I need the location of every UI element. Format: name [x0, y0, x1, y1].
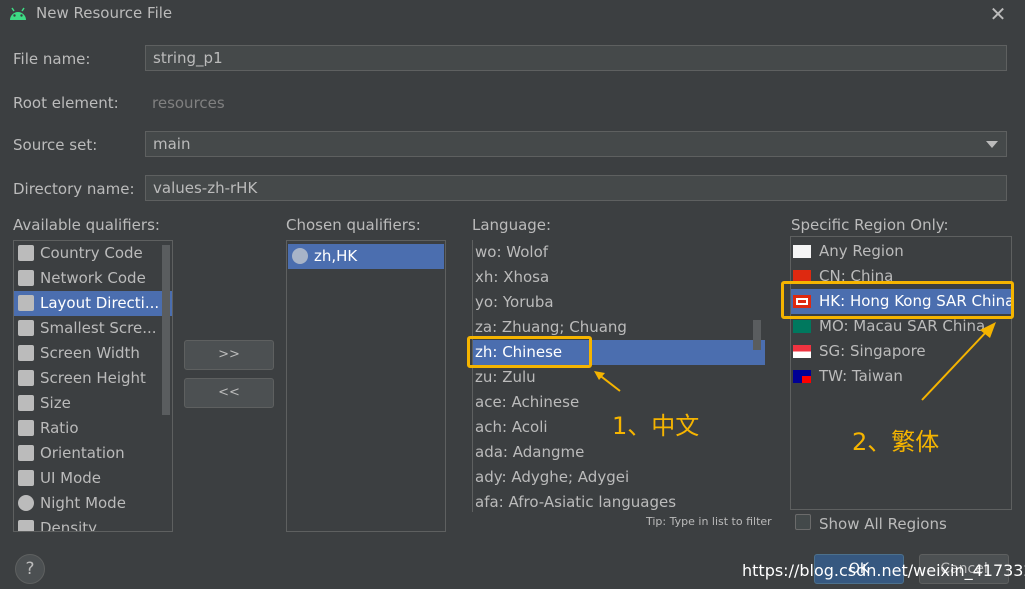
list-item[interactable]: Any Region: [791, 239, 1011, 264]
list-item[interactable]: Ratio: [14, 416, 172, 441]
annotation-step1: 1、中文: [612, 412, 700, 440]
screen-width-icon: [18, 345, 34, 361]
window-title: New Resource File: [36, 4, 173, 22]
filter-tip: Tip: Type in list to filter: [646, 515, 772, 528]
list-item[interactable]: afa: Afro-Asiatic languages: [473, 490, 765, 512]
region-title: Specific Region Only:: [791, 216, 949, 234]
arrow-icon: [594, 371, 621, 392]
ratio-icon: [18, 420, 34, 436]
highlight-box: [467, 336, 592, 368]
list-item[interactable]: Size: [14, 391, 172, 416]
mo-flag-icon: [793, 320, 811, 333]
list-item[interactable]: Network Code: [14, 266, 172, 291]
available-qualifiers-title: Available qualifiers:: [13, 216, 160, 234]
globe-icon: [292, 248, 308, 264]
android-icon: [10, 7, 26, 20]
chosen-qualifiers-list[interactable]: zh,HK: [286, 240, 446, 532]
chosen-qualifiers-title: Chosen qualifiers:: [286, 216, 421, 234]
directory-name-label: Directory name:: [13, 180, 135, 198]
any-region-icon: [793, 245, 811, 258]
language-title: Language:: [472, 216, 552, 234]
watermark: https://blog.csdn.net/weixin_41733225: [742, 561, 1025, 580]
highlight-box: [781, 281, 1014, 319]
close-icon[interactable]: ✕: [988, 4, 1008, 24]
source-set-value: main: [153, 135, 191, 153]
list-item[interactable]: Screen Height: [14, 366, 172, 391]
source-set-dropdown[interactable]: main: [145, 131, 1007, 157]
list-item[interactable]: xh: Xhosa: [473, 265, 765, 290]
list-item[interactable]: Night Mode: [14, 491, 172, 516]
smallest-screen-icon: [18, 320, 34, 336]
file-name-input[interactable]: string_p1: [145, 45, 1007, 71]
ui-mode-icon: [18, 470, 34, 486]
list-item[interactable]: Orientation: [14, 441, 172, 466]
list-item[interactable]: Screen Width: [14, 341, 172, 366]
network-code-icon: [18, 270, 34, 286]
arrow-icon: [921, 322, 996, 401]
country-code-icon: [18, 245, 34, 261]
root-element-value: resources: [152, 94, 225, 112]
sg-flag-icon: [793, 345, 811, 358]
density-icon: [18, 520, 34, 531]
help-button[interactable]: ?: [15, 554, 45, 584]
layout-direction-icon: [18, 295, 34, 311]
file-name-label: File name:: [13, 50, 91, 68]
directory-name-input[interactable]: values-zh-rHK: [145, 175, 1007, 201]
scrollbar[interactable]: [162, 245, 170, 415]
list-item[interactable]: Smallest Scre...: [14, 316, 172, 341]
night-mode-icon: [18, 495, 34, 511]
list-item[interactable]: ady: Adyghe; Adygei: [473, 465, 765, 490]
scrollbar[interactable]: [753, 320, 761, 350]
list-item[interactable]: Density: [14, 516, 172, 531]
chevron-down-icon: [986, 141, 998, 148]
list-item[interactable]: wo: Wolof: [473, 240, 765, 265]
source-set-label: Source set:: [13, 136, 98, 154]
screen-height-icon: [18, 370, 34, 386]
list-item[interactable]: ada: Adangme: [473, 440, 765, 465]
list-item[interactable]: UI Mode: [14, 466, 172, 491]
annotation-step2: 2、繁体: [852, 428, 940, 456]
size-icon: [18, 395, 34, 411]
list-item[interactable]: yo: Yoruba: [473, 290, 765, 315]
list-item[interactable]: zh,HK: [288, 244, 444, 269]
remove-qualifier-button[interactable]: <<: [184, 378, 274, 408]
show-all-regions-checkbox[interactable]: [795, 514, 811, 530]
show-all-regions-label: Show All Regions: [819, 515, 947, 533]
add-qualifier-button[interactable]: >>: [184, 340, 274, 370]
root-element-label: Root element:: [13, 94, 119, 112]
orientation-icon: [18, 445, 34, 461]
list-item[interactable]: Layout Directi...: [14, 291, 172, 316]
tw-flag-icon: [793, 370, 811, 383]
list-item[interactable]: Country Code: [14, 241, 172, 266]
available-qualifiers-list[interactable]: Country Code Network Code Layout Directi…: [13, 240, 173, 532]
